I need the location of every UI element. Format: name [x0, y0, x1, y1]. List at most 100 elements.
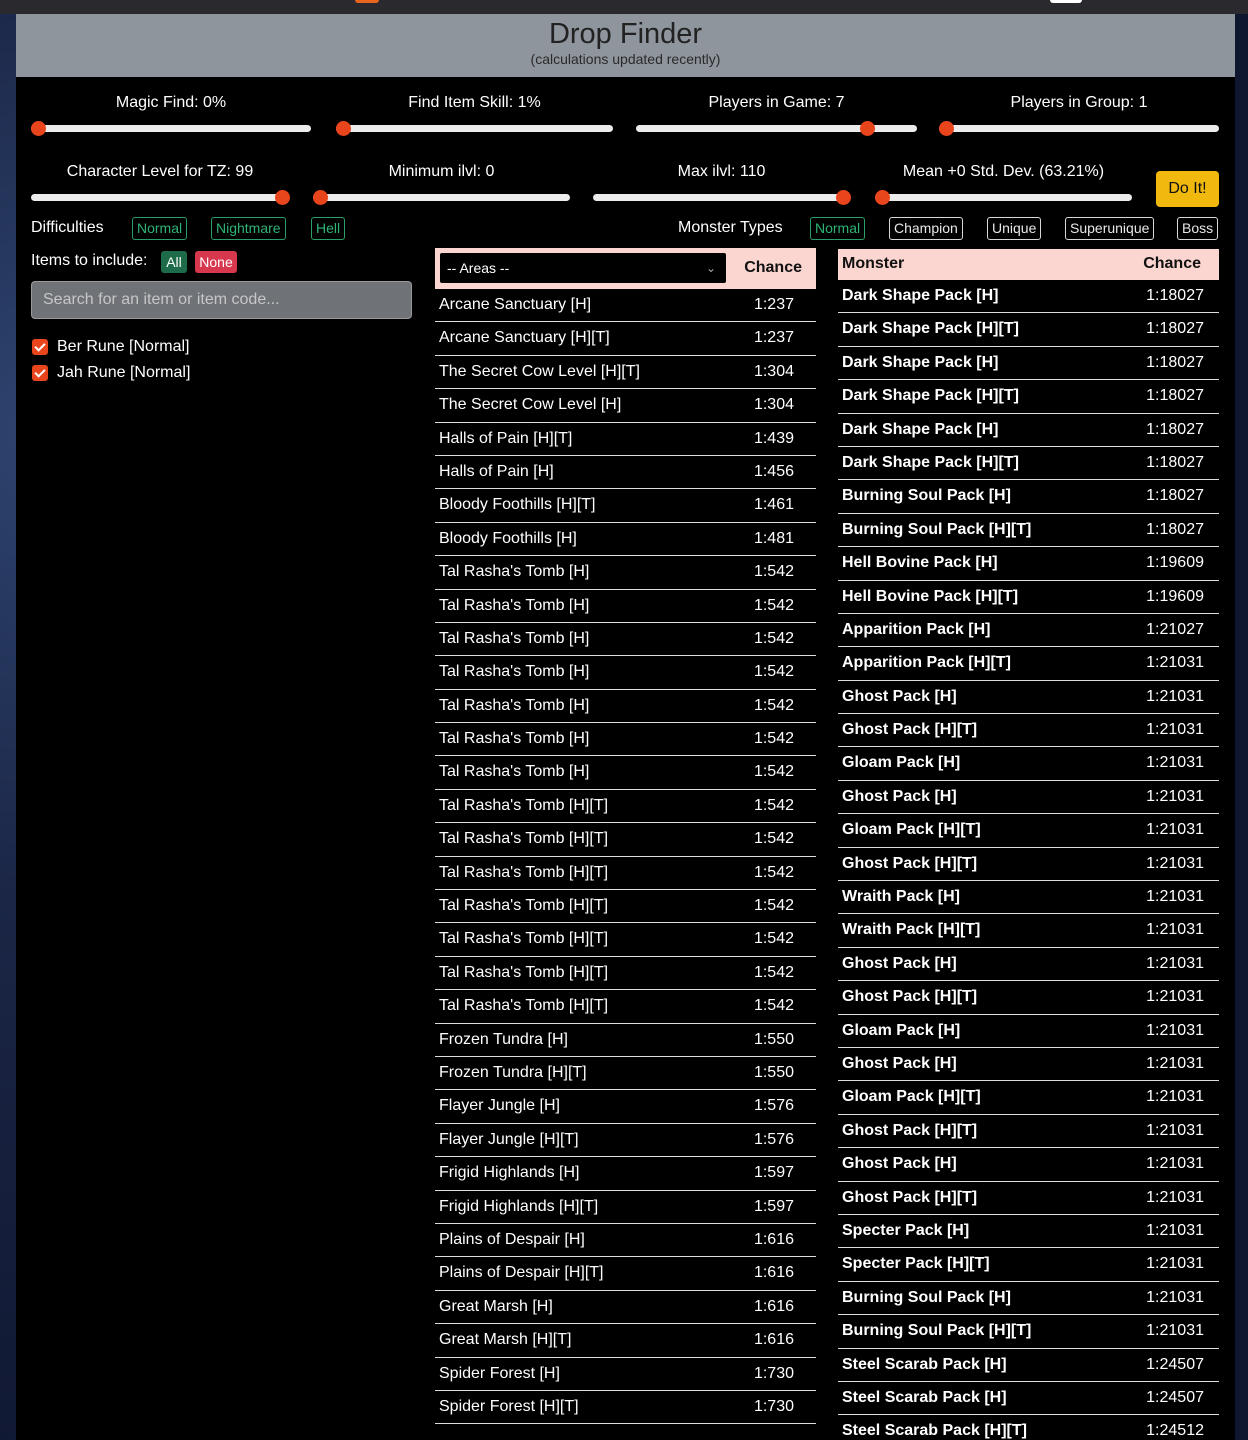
area-row[interactable]: Tal Rasha's Tomb [H][T] 1:542 — [435, 957, 816, 991]
difficulty-hell-toggle[interactable]: Hell — [311, 217, 346, 240]
area-row[interactable]: Tal Rasha's Tomb [H][T] 1:542 — [435, 990, 816, 1024]
area-row[interactable]: Flayer Jungle [H][T] 1:576 — [435, 1124, 816, 1158]
area-row[interactable]: Plains of Despair [H][T] 1:616 — [435, 1257, 816, 1291]
area-row[interactable]: Arcane Sanctuary [H][T] 1:237 — [435, 322, 816, 356]
area-row[interactable]: Great Marsh [H][T] 1:616 — [435, 1324, 816, 1358]
monster-row[interactable]: Burning Soul Pack [H][T] 1:21031 — [838, 1315, 1219, 1349]
slider-thumb[interactable] — [31, 121, 46, 136]
area-row[interactable]: Tal Rasha's Tomb [H] 1:542 — [435, 756, 816, 790]
difficulty-nightmare-toggle[interactable]: Nightmare — [211, 217, 286, 240]
std-dev-slider[interactable]: Mean +0 Std. Dev. (63.21%) — [875, 163, 1132, 205]
slider-thumb[interactable] — [275, 190, 290, 205]
monster-row[interactable]: Burning Soul Pack [H][T] 1:18027 — [838, 514, 1219, 548]
monster-row[interactable]: Burning Soul Pack [H] 1:21031 — [838, 1282, 1219, 1316]
monster-row[interactable]: Ghost Pack [H][T] 1:21031 — [838, 1182, 1219, 1215]
slider-thumb[interactable] — [875, 190, 890, 205]
slider-track[interactable] — [336, 121, 613, 136]
slider-thumb[interactable] — [860, 121, 876, 136]
slider-track[interactable] — [939, 121, 1219, 136]
slider-track[interactable] — [313, 190, 570, 205]
monster-row[interactable]: Ghost Pack [H] 1:21031 — [838, 948, 1219, 982]
slider-track[interactable] — [593, 190, 851, 205]
monster-row[interactable]: Dark Shape Pack [H] 1:18027 — [838, 280, 1219, 314]
max-ilvl-slider[interactable]: Max ilvl: 110 — [593, 163, 851, 205]
item-checkbox-row[interactable]: Jah Rune [Normal] — [32, 361, 190, 385]
area-row[interactable]: Bloody Foothills [H] 1:481 — [435, 523, 816, 557]
monster-row[interactable]: Ghost Pack [H] 1:21031 — [838, 1048, 1219, 1082]
area-row[interactable]: Frigid Highlands [H][T] 1:597 — [435, 1191, 816, 1224]
area-row[interactable]: Tal Rasha's Tomb [H] 1:542 — [435, 690, 816, 724]
area-row[interactable]: Tal Rasha's Tomb [H] 1:542 — [435, 590, 816, 623]
monster-row[interactable]: Wraith Pack [H][T] 1:21031 — [838, 914, 1219, 948]
area-row[interactable]: Tal Rasha's Tomb [H] 1:542 — [435, 623, 816, 657]
checkbox-checked-icon[interactable] — [32, 339, 48, 355]
area-row[interactable]: Tal Rasha's Tomb [H][T] 1:542 — [435, 823, 816, 857]
area-row[interactable]: Tal Rasha's Tomb [H] 1:542 — [435, 656, 816, 690]
area-row[interactable]: Great Marsh [H] 1:616 — [435, 1291, 816, 1325]
area-row[interactable]: Tal Rasha's Tomb [H][T] 1:542 — [435, 923, 816, 957]
monster-row[interactable]: Specter Pack [H][T] 1:21031 — [838, 1248, 1219, 1282]
area-row[interactable]: Tal Rasha's Tomb [H][T] 1:542 — [435, 790, 816, 824]
monster-row[interactable]: Ghost Pack [H] 1:21031 — [838, 681, 1219, 715]
slider-thumb[interactable] — [939, 121, 954, 136]
monster-row[interactable]: Steel Scarab Pack [H] 1:24507 — [838, 1349, 1219, 1382]
checkbox-checked-icon[interactable] — [32, 365, 48, 381]
monster-row[interactable]: Dark Shape Pack [H][T] 1:18027 — [838, 313, 1219, 347]
monster-row[interactable]: Gloam Pack [H] 1:21031 — [838, 747, 1219, 781]
find-item-skill-slider[interactable]: Find Item Skill: 1% — [336, 94, 613, 136]
monster-row[interactable]: Gloam Pack [H] 1:21031 — [838, 1015, 1219, 1048]
area-row[interactable]: Frozen Tundra [H] 1:550 — [435, 1024, 816, 1057]
area-row[interactable]: The Secret Cow Level [H] 1:304 — [435, 389, 816, 423]
monster-row[interactable]: Ghost Pack [H] 1:21031 — [838, 781, 1219, 815]
monster-row[interactable]: Steel Scarab Pack [H][T] 1:24512 — [838, 1415, 1219, 1440]
monster-row[interactable]: Dark Shape Pack [H][T] 1:18027 — [838, 447, 1219, 481]
select-all-button[interactable]: All — [161, 251, 187, 273]
slider-thumb[interactable] — [336, 121, 351, 136]
slider-thumb[interactable] — [836, 190, 851, 205]
monster-row[interactable]: Ghost Pack [H][T] 1:21031 — [838, 848, 1219, 882]
monster-row[interactable]: Specter Pack [H] 1:21031 — [838, 1215, 1219, 1249]
monster-row[interactable]: Hell Bovine Pack [H] 1:19609 — [838, 547, 1219, 581]
monster-row[interactable]: Steel Scarab Pack [H] 1:24507 — [838, 1382, 1219, 1416]
monster-row[interactable]: Gloam Pack [H][T] 1:21031 — [838, 1081, 1219, 1115]
monster-row[interactable]: Apparition Pack [H][T] 1:21031 — [838, 647, 1219, 681]
monster-row[interactable]: Dark Shape Pack [H] 1:18027 — [838, 347, 1219, 381]
monster-row[interactable]: Gloam Pack [H][T] 1:21031 — [838, 814, 1219, 848]
monster-type-superunique-toggle[interactable]: Superunique — [1065, 217, 1155, 240]
monster-row[interactable]: Ghost Pack [H][T] 1:21031 — [838, 981, 1219, 1015]
monster-row[interactable]: Apparition Pack [H] 1:21027 — [838, 614, 1219, 648]
area-row[interactable]: Tal Rasha's Tomb [H][T] 1:542 — [435, 857, 816, 891]
select-none-button[interactable]: None — [195, 251, 237, 273]
monster-row[interactable]: Ghost Pack [H] 1:21031 — [838, 1148, 1219, 1182]
area-row[interactable]: Halls of Pain [H][T] 1:439 — [435, 423, 816, 456]
area-row[interactable]: Halls of Pain [H] 1:456 — [435, 456, 816, 490]
monster-type-boss-toggle[interactable]: Boss — [1177, 217, 1219, 240]
monster-type-normal-toggle[interactable]: Normal — [810, 217, 866, 240]
area-row[interactable]: Frozen Tundra [H][T] 1:550 — [435, 1057, 816, 1091]
character-level-slider[interactable]: Character Level for TZ: 99 — [31, 163, 290, 205]
area-row[interactable]: Flayer Jungle [H] 1:576 — [435, 1090, 816, 1124]
slider-track[interactable] — [636, 121, 917, 136]
area-row[interactable]: The Secret Cow Level [H][T] 1:304 — [435, 356, 816, 390]
players-in-group-slider[interactable]: Players in Group: 1 — [939, 94, 1219, 136]
area-row[interactable]: Bloody Foothills [H][T] 1:461 — [435, 489, 816, 523]
area-row[interactable]: Tal Rasha's Tomb [H][T] 1:542 — [435, 890, 816, 924]
slider-track[interactable] — [31, 190, 290, 205]
slider-track[interactable] — [875, 190, 1132, 205]
monster-type-unique-toggle[interactable]: Unique — [987, 217, 1042, 240]
area-row[interactable]: Plains of Despair [H] 1:616 — [435, 1224, 816, 1258]
area-row[interactable]: Tal Rasha's Tomb [H] 1:542 — [435, 556, 816, 590]
monster-row[interactable]: Burning Soul Pack [H] 1:18027 — [838, 480, 1219, 514]
difficulty-normal-toggle[interactable]: Normal — [132, 217, 188, 240]
magic-find-slider[interactable]: Magic Find: 0% — [31, 94, 311, 136]
monster-row[interactable]: Ghost Pack [H][T] 1:21031 — [838, 1115, 1219, 1149]
area-row[interactable]: Tal Rasha's Tomb [H] 1:542 — [435, 723, 816, 757]
area-row[interactable]: Arcane Sanctuary [H] 1:237 — [435, 289, 816, 323]
monster-row[interactable]: Wraith Pack [H] 1:21031 — [838, 881, 1219, 915]
do-it-button[interactable]: Do It! — [1156, 171, 1219, 207]
item-search-input[interactable] — [31, 281, 412, 319]
minimum-ilvl-slider[interactable]: Minimum ilvl: 0 — [313, 163, 570, 205]
area-row[interactable]: Spider Forest [H][T] 1:730 — [435, 1391, 816, 1425]
item-checkbox-row[interactable]: Ber Rune [Normal] — [32, 335, 190, 359]
area-row[interactable]: Spider Forest [H] 1:730 — [435, 1358, 816, 1391]
